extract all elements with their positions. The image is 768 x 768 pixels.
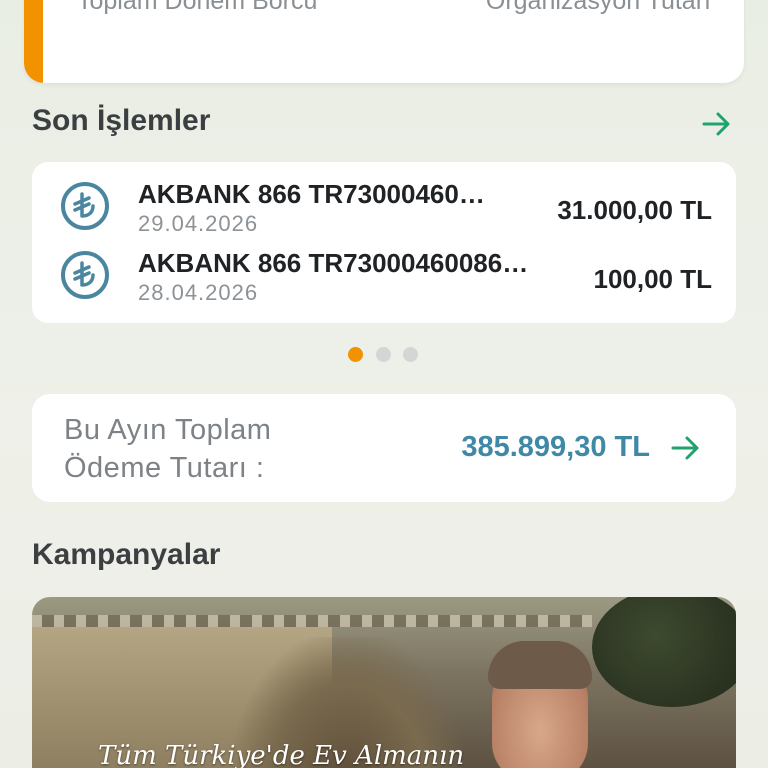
pager-dot[interactable] bbox=[403, 347, 418, 362]
transaction-date: 29.04.2026 bbox=[138, 211, 259, 236]
pager-dot[interactable] bbox=[376, 347, 391, 362]
transaction-name: AKBANK 866 TR73000460… bbox=[138, 179, 485, 209]
transaction-amount: 31.000,00 TL bbox=[557, 195, 712, 225]
campaigns-title: Kampanyalar bbox=[32, 538, 221, 571]
monthly-total-label: Bu Ayın Toplam Ödeme Tutarı : bbox=[64, 411, 271, 487]
period-summary-card[interactable]: Toplam Dönem Borcu Organizasyon Tutarı bbox=[24, 0, 744, 83]
lira-icon bbox=[61, 182, 109, 230]
organization-amount-label: Organizasyon Tutarı bbox=[485, 0, 711, 15]
arrow-right-icon[interactable] bbox=[671, 435, 701, 461]
banner-background bbox=[32, 615, 592, 627]
transaction-row[interactable]: AKBANK 866 TR73000460086… 28.04.2026 100… bbox=[32, 248, 736, 308]
recent-transactions-title: Son İşlemler bbox=[32, 104, 211, 137]
banner-headline: Tüm Türkiye'de Ev Almanın bbox=[98, 741, 465, 768]
card-accent-bar bbox=[24, 0, 43, 83]
banner-background bbox=[592, 597, 736, 707]
monthly-total-label-line2: Ödeme Tutarı : bbox=[64, 452, 265, 484]
campaign-banner[interactable]: Tüm Türkiye'de Ev Almanın bbox=[32, 597, 736, 768]
monthly-total-amount: 385.899,30 TL bbox=[461, 431, 650, 463]
lira-icon bbox=[61, 251, 109, 299]
transaction-name: AKBANK 866 TR73000460086… bbox=[138, 248, 529, 278]
transaction-row[interactable]: AKBANK 866 TR73000460… 29.04.2026 31.000… bbox=[32, 179, 736, 239]
arrow-right-icon[interactable] bbox=[702, 111, 732, 137]
monthly-total-label-line1: Bu Ayın Toplam bbox=[64, 414, 272, 446]
transaction-amount: 100,00 TL bbox=[593, 264, 712, 294]
pager-dot-active[interactable] bbox=[348, 347, 363, 362]
recent-transactions-card: AKBANK 866 TR73000460… 29.04.2026 31.000… bbox=[32, 162, 736, 323]
banner-person-image bbox=[488, 641, 592, 689]
transaction-date: 28.04.2026 bbox=[138, 280, 259, 305]
monthly-total-card[interactable]: Bu Ayın Toplam Ödeme Tutarı : 385.899,30… bbox=[32, 394, 736, 502]
total-period-debt-label: Toplam Dönem Borcu bbox=[77, 0, 318, 15]
